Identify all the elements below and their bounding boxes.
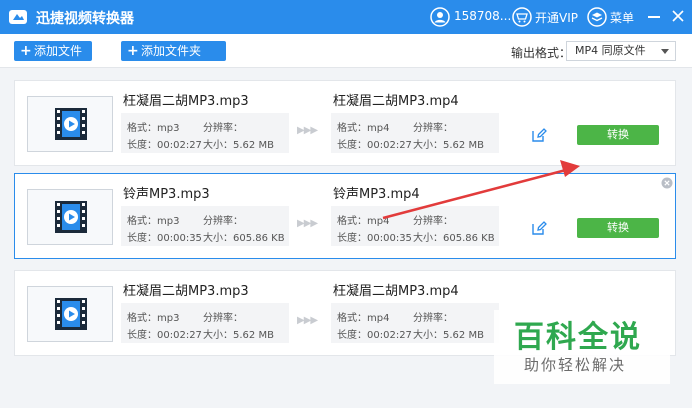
watermark-title: 百科全说 <box>514 320 642 355</box>
watermark: 百科全说 助你轻松解决 <box>494 310 670 384</box>
watermark-subtitle: 助你轻松解决 <box>524 356 627 374</box>
